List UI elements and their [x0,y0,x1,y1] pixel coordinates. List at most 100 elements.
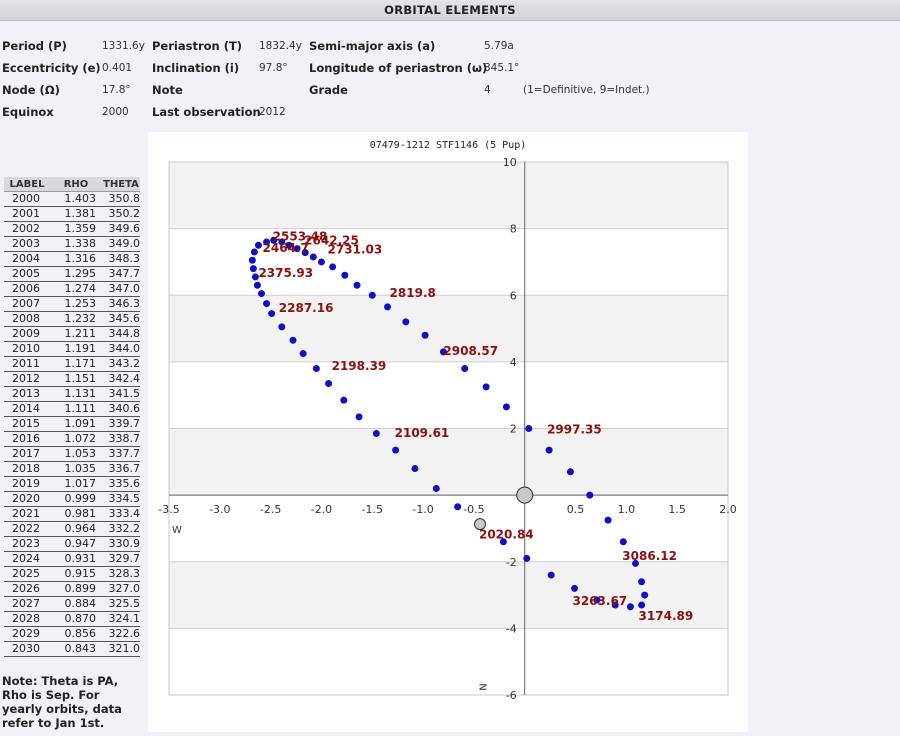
rho-cell: 0.870 [50,611,102,627]
orbit-point [604,516,612,524]
theta-cell: 346.3 [102,296,140,312]
table-row: 2024 0.931 329.7 [4,551,140,567]
label-cell: 2019 [4,476,50,492]
primary-star [516,486,534,504]
table-row: 2015 1.091 339.7 [4,416,140,432]
table-row: 2014 1.111 340.6 [4,401,140,417]
orbit-point [353,281,361,289]
page-title: ORBITAL ELEMENTS [0,0,900,21]
orbit-point [545,446,553,454]
theta-cell: 321.0 [102,641,140,657]
label-cell: 2026 [4,581,50,597]
table-row: 2021 0.981 333.4 [4,506,140,522]
label-cell: 2013 [4,386,50,402]
orbit-point [641,591,649,599]
orbit-point [461,365,469,373]
label-cell: 2025 [4,566,50,582]
inclination-label: Inclination (i) [152,61,240,75]
rho-cell: 1.035 [50,461,102,477]
theta-cell: 322.6 [102,626,140,642]
y-tick-label: -2 [506,556,517,569]
equinox-value: 2000 [102,106,129,118]
orbit-point [638,578,646,586]
orbit-point [299,350,307,358]
label-cell: 2009 [4,326,50,342]
inclination-value: 97.8° [259,62,288,74]
label-cell: 2001 [4,206,50,222]
rho-cell: 0.884 [50,596,102,612]
theta-cell: 332.2 [102,521,140,537]
label-cell: 2000 [4,191,50,207]
rho-cell: 1.403 [50,191,102,207]
table-row: 2009 1.211 344.8 [4,326,140,342]
theta-cell: 327.0 [102,581,140,597]
x-tick-label: 0.5 [567,503,585,516]
table-row: 2026 0.899 327.0 [4,581,140,597]
theta-cell: 328.3 [102,566,140,582]
label-cell: 2030 [4,641,50,657]
rho-cell: 0.856 [50,626,102,642]
table-row: 2022 0.964 332.2 [4,521,140,537]
label-cell: 2005 [4,266,50,282]
theta-cell: 329.7 [102,551,140,567]
label-cell: 2007 [4,296,50,312]
orbit-point [638,601,646,609]
y-tick-label: 6 [510,289,517,302]
periastron-label: Periastron (T) [152,39,243,53]
table-row: 2018 1.035 336.7 [4,461,140,477]
orbit-point [586,491,594,499]
theta-cell: 344.0 [102,341,140,357]
rho-cell: 1.338 [50,236,102,252]
orbit-point [402,318,410,326]
orbit-epoch-label: 2109.61 [395,426,450,440]
label-cell: 2022 [4,521,50,537]
theta-cell: 334.5 [102,491,140,507]
rho-cell: 0.899 [50,581,102,597]
rho-cell: 0.931 [50,551,102,567]
omega-value: 345.1° [484,62,520,74]
orbit-point [571,584,579,592]
theta-cell: 333.4 [102,506,140,522]
table-row: 2007 1.253 346.3 [4,296,140,312]
x-tick-label: -3.5 [158,503,179,516]
orbit-epoch-label: 2198.39 [332,359,387,373]
rho-cell: 1.151 [50,371,102,387]
table-row: 2027 0.884 325.5 [4,596,140,612]
theta-cell: 340.6 [102,401,140,417]
label-cell: 2008 [4,311,50,327]
theta-cell: 348.3 [102,251,140,267]
label-cell: 2006 [4,281,50,297]
orbit-point [257,290,265,298]
rho-cell: 1.359 [50,221,102,237]
rho-cell: 0.964 [50,521,102,537]
omega-label: Longitude of periastron (ω) [309,61,488,75]
x-tick-label: -2.5 [260,503,281,516]
theta-cell: 350.8 [102,191,140,207]
theta-cell: 337.7 [102,446,140,462]
orbit-chart-panel: 07479-1212 STF1146 (5 Pup) -3.5 -3.0 -2.5 -2… [148,132,748,732]
orbit-point [263,300,271,308]
last-observation-value: 2012 [259,106,286,118]
orbit-epoch-label: 2819.8 [390,286,436,300]
chart-title: 07479-1212 STF1146 (5 Pup) [370,140,527,151]
theta-cell: 324.1 [102,611,140,627]
orbit-point [309,253,317,261]
x-tick-label: 1.0 [618,503,636,516]
eccentricity-label: Eccentricity (e) [2,61,101,75]
theta-cell: 335.6 [102,476,140,492]
label-cell: 2017 [4,446,50,462]
grid-band [169,162,728,229]
y-axis-letter: N [477,683,488,690]
table-row: 2013 1.131 341.5 [4,386,140,402]
orbit-epoch-label: 2997.35 [547,422,602,436]
theta-cell: 347.7 [102,266,140,282]
theta-cell: 344.8 [102,326,140,342]
semimajor-value: 5.79a [484,40,514,52]
y-tick-label: 8 [510,223,517,236]
orbit-epoch-label: 3263.67 [572,594,627,608]
orbit-point [278,323,286,331]
orbit-point [249,265,257,273]
y-tick-label: -6 [506,689,517,702]
label-cell: 2003 [4,236,50,252]
last-observation-label: Last observation [152,105,261,119]
